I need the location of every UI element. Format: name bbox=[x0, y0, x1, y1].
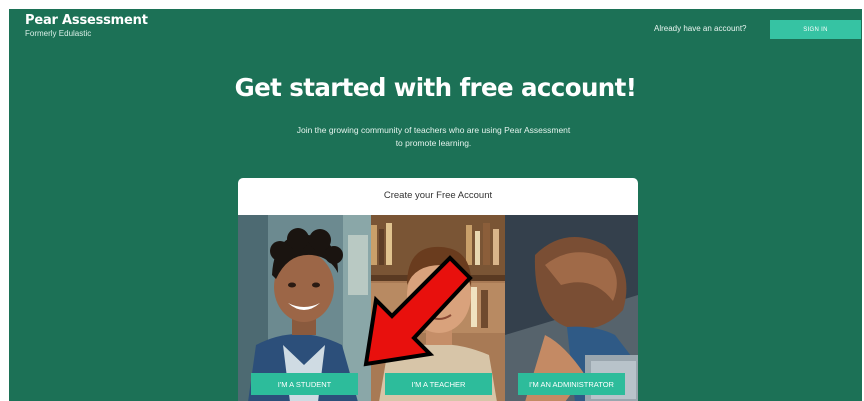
create-account-card: Create your Free Account bbox=[238, 178, 638, 401]
signup-page: Pear Assessment Formerly Edulastic Alrea… bbox=[9, 9, 862, 401]
sign-in-button[interactable]: SIGN IN bbox=[770, 20, 861, 39]
card-title: Create your Free Account bbox=[383, 190, 493, 201]
brand-subtitle: Formerly Edulastic bbox=[25, 29, 92, 38]
subtitle-line-1: Join the growing community of teachers w… bbox=[296, 125, 571, 135]
brand-name: Pear Assessment bbox=[25, 13, 148, 28]
subtitle-line-2: to promote learning. bbox=[395, 138, 472, 148]
brand-logo[interactable]: Pear Assessment Formerly Edulastic bbox=[25, 13, 148, 39]
account-prompt: Already have an account? bbox=[654, 24, 747, 33]
teacher-role-button[interactable]: I'M A TEACHER bbox=[385, 373, 492, 395]
administrator-role-button[interactable]: I'M AN ADMINISTRATOR bbox=[518, 373, 625, 395]
page-subtitle: Join the growing community of teachers w… bbox=[271, 124, 596, 150]
page-title: Get started with free account! bbox=[234, 73, 637, 102]
student-role-button[interactable]: I'M A STUDENT bbox=[251, 373, 358, 395]
